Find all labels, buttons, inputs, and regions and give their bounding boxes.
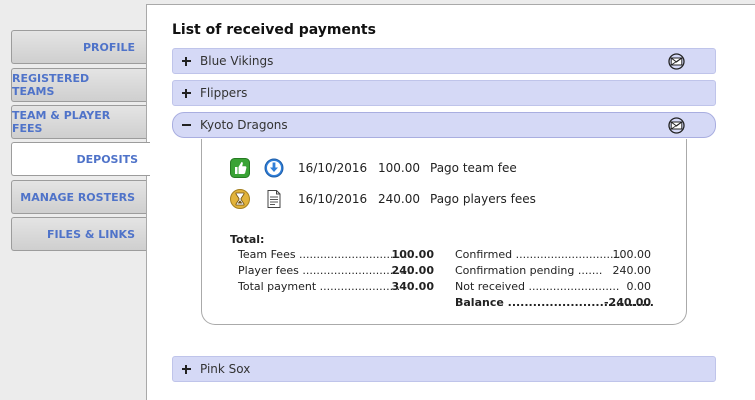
team-row-kyoto-dragons[interactable]: Kyoto Dragons: [172, 112, 716, 138]
collapse-icon[interactable]: [182, 121, 191, 130]
mail-icon[interactable]: [668, 117, 685, 134]
expand-icon[interactable]: [182, 364, 191, 374]
team-row-blue-vikings[interactable]: Blue Vikings: [172, 48, 716, 74]
mail-icon[interactable]: [668, 53, 685, 70]
payment-amount: 240.00: [378, 192, 420, 206]
sidebar-item-deposits[interactable]: DEPOSITS: [11, 142, 150, 176]
sidebar-item-team-player-fees[interactable]: TEAM & PLAYER FEES: [11, 105, 147, 139]
sidebar-item-profile[interactable]: PROFILE: [11, 30, 147, 64]
sidebar: PROFILE REGISTERED TEAMS TEAM & PLAYER F…: [0, 0, 150, 400]
payment-amount: 100.00: [378, 161, 420, 175]
team-row-pink-sox[interactable]: Pink Sox: [172, 356, 716, 382]
page-title: List of received payments: [172, 22, 376, 38]
total-payment-label: Total payment .......................: [238, 280, 401, 293]
player-fees-value: 240.00: [391, 264, 434, 277]
not-received-value: 0.00: [626, 280, 652, 293]
expand-icon[interactable]: [182, 56, 191, 66]
totals-heading: Total:: [230, 233, 265, 246]
pending-label: Confirmation pending .......: [455, 264, 603, 277]
team-name: Blue Vikings: [200, 54, 274, 68]
main-panel: List of received payments Blue Vikings F…: [146, 4, 755, 400]
team-name: Pink Sox: [200, 362, 251, 376]
sidebar-item-files-links[interactable]: FILES & LINKS: [11, 217, 147, 251]
hourglass-icon: [230, 189, 250, 209]
download-icon[interactable]: [264, 158, 284, 178]
not-received-label: Not received ..........................: [455, 280, 620, 293]
payment-row: 16/10/2016 240.00 Pago players fees: [230, 187, 536, 211]
pending-value: 240.00: [612, 264, 652, 277]
payment-date: 16/10/2016: [298, 192, 368, 206]
payment-description: Pago players fees: [430, 192, 536, 206]
expand-icon[interactable]: [182, 88, 191, 98]
balance-value: -240.00: [603, 296, 651, 309]
payment-date: 16/10/2016: [298, 161, 368, 175]
team-row-flippers[interactable]: Flippers: [172, 80, 716, 106]
sidebar-item-registered-teams[interactable]: REGISTERED TEAMS: [11, 68, 147, 102]
confirmed-value: 100.00: [612, 248, 652, 261]
team-fees-value: 100.00: [391, 248, 434, 261]
team-name: Kyoto Dragons: [200, 118, 288, 132]
thumbs-up-icon: [230, 158, 250, 178]
payment-details-panel: 16/10/2016 100.00 Pago team fee 16/10/20…: [201, 139, 687, 325]
sidebar-item-manage-rosters[interactable]: MANAGE ROSTERS: [11, 180, 147, 214]
document-icon[interactable]: [264, 189, 284, 209]
total-payment-value: 340.00: [391, 280, 434, 293]
payment-description: Pago team fee: [430, 161, 517, 175]
payment-row: 16/10/2016 100.00 Pago team fee: [230, 156, 517, 180]
team-name: Flippers: [200, 86, 248, 100]
